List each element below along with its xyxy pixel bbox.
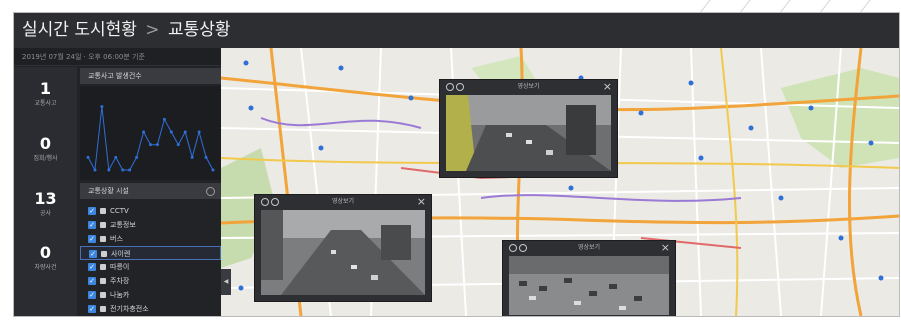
chart-point xyxy=(86,155,90,159)
chart-point xyxy=(155,143,159,147)
accident-chart xyxy=(80,86,221,180)
checkbox-icon[interactable]: ✓ xyxy=(88,235,96,243)
facility-item-ev-charger[interactable]: ✓ 전기차충전소 xyxy=(80,302,221,316)
cctv-video-window[interactable]: 영상보기 × xyxy=(439,79,618,178)
video-window-title: 영상보기 xyxy=(331,198,355,205)
accident-chart-svg xyxy=(86,105,215,172)
chart-point xyxy=(169,130,173,134)
facility-label: CCTV xyxy=(110,207,129,215)
stat-assembly[interactable]: 0 집회/행사 xyxy=(14,130,77,174)
checkbox-icon[interactable]: ✓ xyxy=(88,221,96,229)
stat-label: 차량사건 xyxy=(34,264,57,271)
parking-icon xyxy=(100,278,106,284)
left-panel: 2019년 07월 24일 · 오후 06:00분 기준 1 교통사고 0 집회… xyxy=(14,48,221,316)
dashboard-window: 실시간 도시현황 > 교통상황 2019년 07월 24일 · 오후 06:00… xyxy=(14,13,899,316)
facility-item-cctv[interactable]: ✓ CCTV xyxy=(80,204,221,218)
facility-label: 전기차충전소 xyxy=(110,305,149,313)
facility-list: ✓ CCTV ✓ 교통정보 ✓ 버스 ✓ 사이렌 ✓ 따릉이 ✓ 주차장 ✓ 나… xyxy=(80,203,221,316)
facility-item-bus[interactable]: ✓ 버스 xyxy=(80,232,221,246)
stat-value: 13 xyxy=(34,189,57,208)
close-icon[interactable]: × xyxy=(417,195,426,209)
stat-label: 공사 xyxy=(39,210,52,217)
collapse-icon[interactable] xyxy=(206,187,215,196)
stat-accident[interactable]: 1 교통사고 xyxy=(14,75,77,119)
stat-value: 0 xyxy=(39,243,52,262)
date-text: 2019년 07월 24일 · 오후 06:00분 기준 xyxy=(14,48,221,66)
chart-point xyxy=(149,143,152,147)
title-main: 실시간 도시현황 xyxy=(22,20,137,40)
ev-charger-icon xyxy=(100,306,106,312)
facility-panel-header: 교통상황 시설 xyxy=(80,183,221,199)
chart-point xyxy=(114,155,118,159)
zoom-in-icon[interactable] xyxy=(261,198,269,206)
checkbox-icon[interactable]: ✓ xyxy=(89,250,97,258)
cctv-feed-image xyxy=(509,256,669,315)
cctv-video-window[interactable]: 영상보기 × xyxy=(254,194,432,302)
checkbox-icon[interactable]: ✓ xyxy=(88,277,96,285)
facility-item-parking[interactable]: ✓ 주차장 xyxy=(80,274,221,288)
checkbox-icon[interactable]: ✓ xyxy=(88,305,96,313)
chart-point xyxy=(121,168,125,172)
chart-series-line xyxy=(87,106,214,172)
cctv-feed-image xyxy=(446,95,611,171)
facility-item-traffic-info[interactable]: ✓ 교통정보 xyxy=(80,218,221,232)
facility-label: 사이렌 xyxy=(111,250,131,258)
zoom-in-icon[interactable] xyxy=(509,244,517,252)
checkbox-icon[interactable]: ✓ xyxy=(88,207,96,215)
chart-point xyxy=(204,155,208,159)
bike-icon xyxy=(100,264,106,270)
facility-label: 교통정보 xyxy=(110,221,136,229)
chart-point xyxy=(107,168,111,172)
facility-label: 버스 xyxy=(110,235,123,243)
chart-point xyxy=(183,130,187,134)
chart-point xyxy=(142,130,146,134)
zoom-in-icon[interactable] xyxy=(446,83,454,91)
bus-icon xyxy=(100,236,106,242)
video-window-title: 영상보기 xyxy=(517,83,540,90)
facility-label: 주차장 xyxy=(110,277,130,285)
panel-toggle-button[interactable]: ◀ xyxy=(221,269,231,295)
chart-point xyxy=(176,143,180,147)
chart-point xyxy=(211,168,215,172)
facility-panel-title: 교통상황 시설 xyxy=(88,187,129,195)
stat-label: 교통사고 xyxy=(34,100,57,107)
zoom-out-icon[interactable] xyxy=(271,198,279,206)
facility-item-siren[interactable]: ✓ 사이렌 xyxy=(80,246,221,260)
siren-icon xyxy=(101,251,107,257)
stat-construction[interactable]: 13 공사 xyxy=(14,185,77,229)
accident-panel-title: 교통사고 발생건수 xyxy=(80,68,221,84)
stat-value: 1 xyxy=(39,79,52,98)
page-title: 실시간 도시현황 > 교통상황 xyxy=(14,13,899,48)
zoom-out-icon[interactable] xyxy=(456,83,464,91)
title-sub: 교통상황 xyxy=(167,20,231,40)
cctv-feed-image xyxy=(261,210,425,295)
chart-point xyxy=(128,168,132,172)
stats-column: 1 교통사고 0 집회/행사 13 공사 0 차량사건 xyxy=(14,67,77,316)
video-window-title: 영상보기 xyxy=(577,244,601,251)
cctv-icon xyxy=(100,208,106,214)
close-icon[interactable]: × xyxy=(661,241,670,255)
chart-point xyxy=(100,105,104,109)
stat-label: 집회/행사 xyxy=(33,155,58,162)
title-separator: > xyxy=(145,20,160,40)
chart-point xyxy=(190,155,194,159)
checkbox-icon[interactable]: ✓ xyxy=(88,263,96,271)
facility-item-bike[interactable]: ✓ 따릉이 xyxy=(80,260,221,274)
chart-point xyxy=(135,155,139,159)
close-icon[interactable]: × xyxy=(603,80,612,94)
zoom-out-icon[interactable] xyxy=(519,244,527,252)
facility-label: 나눔카 xyxy=(110,291,130,299)
traffic-info-icon xyxy=(100,222,106,228)
cctv-video-window[interactable]: 영상보기 × xyxy=(502,240,676,316)
chart-point xyxy=(93,168,97,172)
chart-point xyxy=(197,130,201,134)
chart-point xyxy=(162,117,166,121)
checkbox-icon[interactable]: ✓ xyxy=(88,291,96,299)
car-share-icon xyxy=(100,292,106,298)
stat-value: 0 xyxy=(39,134,52,153)
facility-item-car-share[interactable]: ✓ 나눔카 xyxy=(80,288,221,302)
stat-vehicle-incident[interactable]: 0 차량사건 xyxy=(14,239,77,283)
facility-label: 따릉이 xyxy=(110,263,130,271)
